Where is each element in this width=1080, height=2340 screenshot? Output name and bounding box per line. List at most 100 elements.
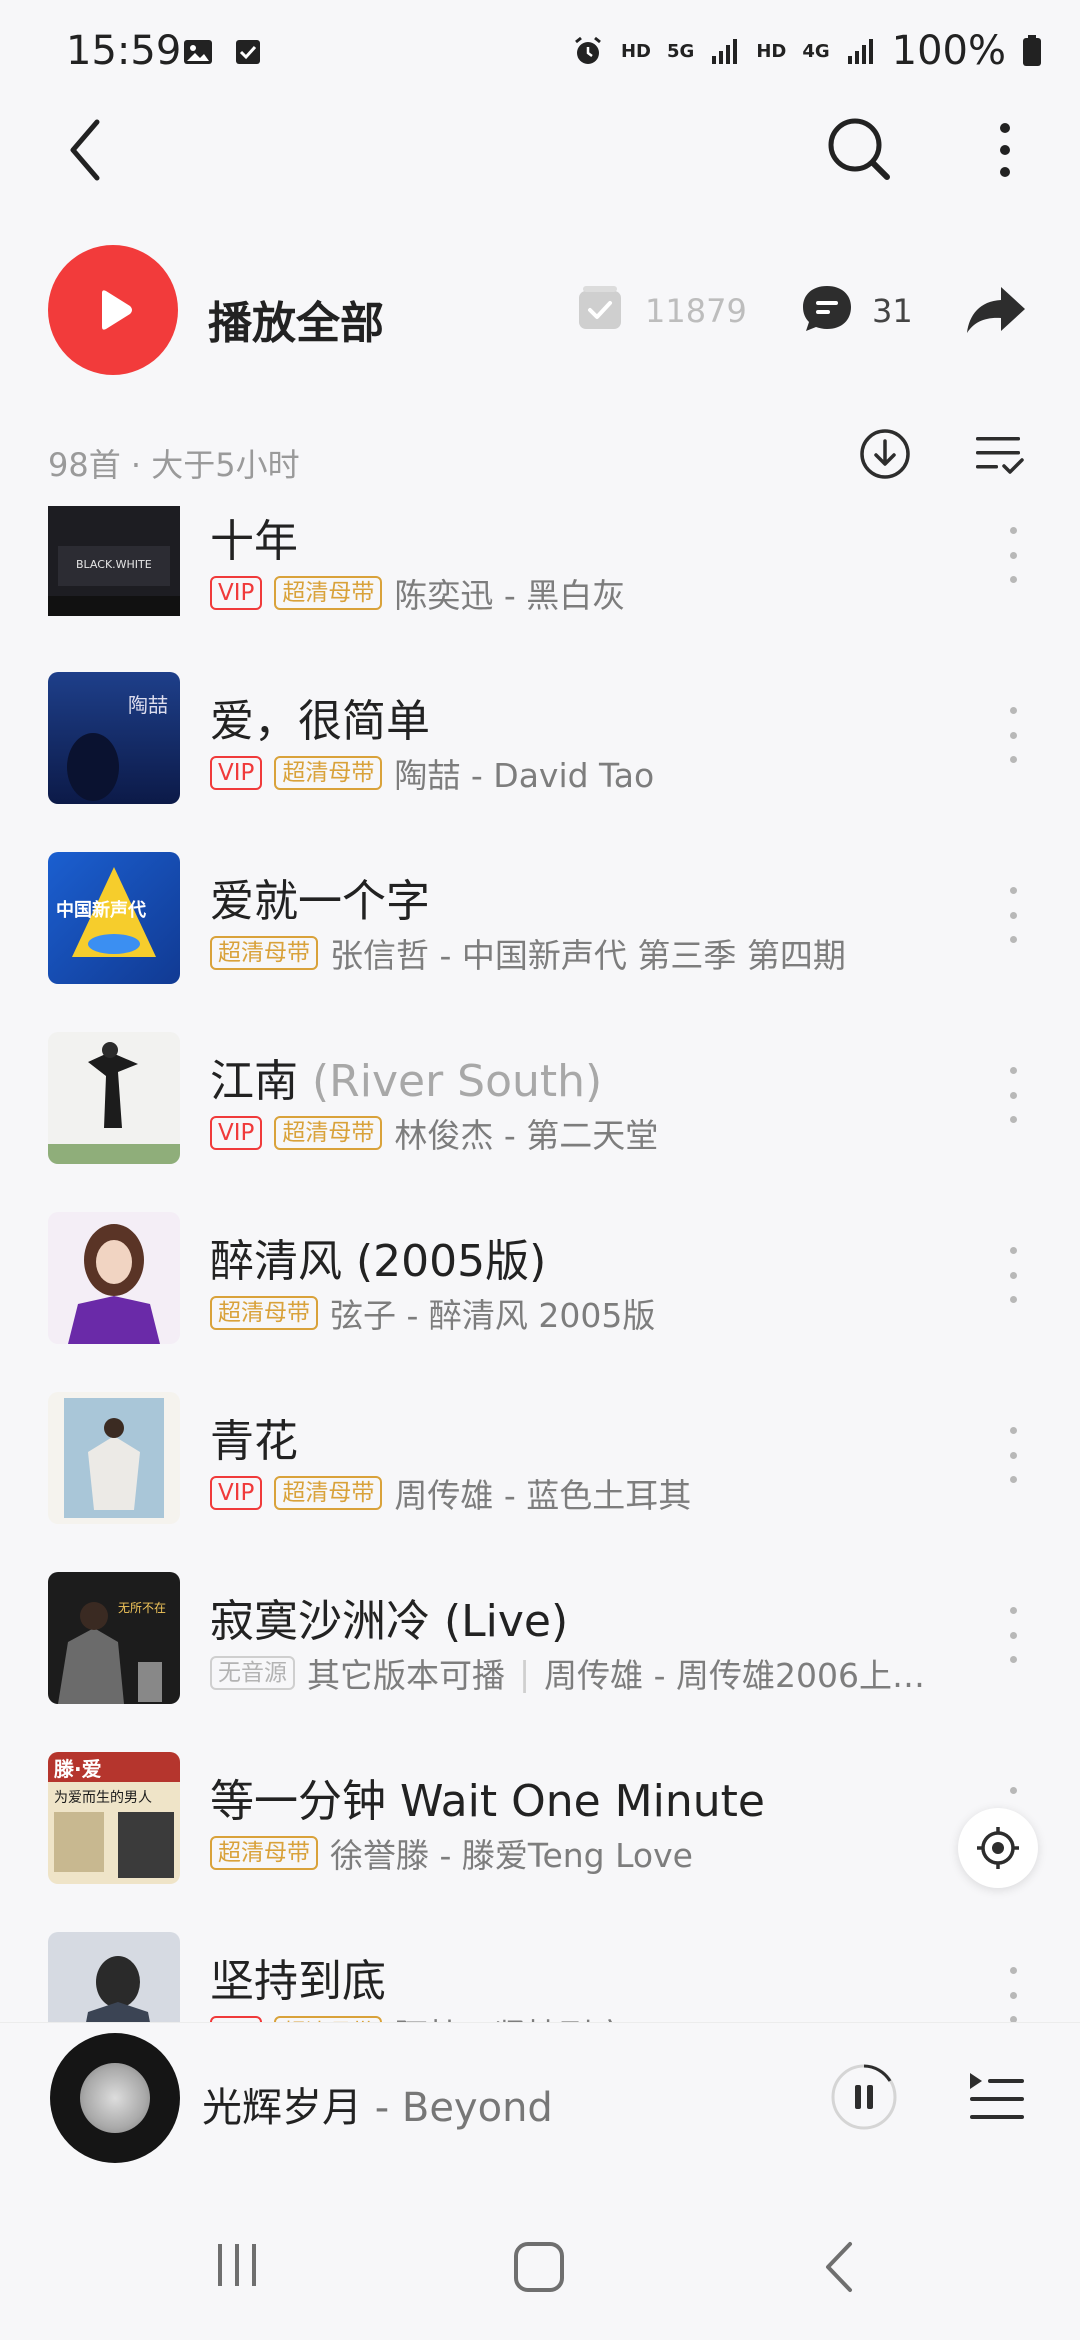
song-subtitle: VIP 超清母带 周传雄 - 蓝色土耳其 <box>210 1469 691 1517</box>
artist-album: 徐誉滕 - 滕爱Teng Love <box>330 1836 693 1875</box>
collect-count[interactable]: 11879 <box>645 292 747 330</box>
master-quality-badge: 超清母带 <box>274 1116 383 1150</box>
now-playing-artist: Beyond <box>401 2085 553 2131</box>
song-subtitle: 超清母带 弦子 - 醉清风 2005版 <box>210 1289 655 1337</box>
svg-text:为爱而生的男人: 为爱而生的男人 <box>54 1790 152 1806</box>
collect-icon[interactable] <box>575 283 625 333</box>
pause-button[interactable] <box>830 2063 898 2131</box>
vip-badge: VIP <box>210 1116 263 1150</box>
song-more-icon[interactable] <box>998 1247 1028 1303</box>
song-row[interactable]: 青花 VIP 超清母带 周传雄 - 蓝色土耳其 <box>0 1387 1080 1567</box>
song-title: 爱就一个字 <box>210 876 430 927</box>
song-subtitle: VIP 超清母带 林俊杰 - 第二天堂 <box>210 1109 658 1157</box>
now-playing-title[interactable]: 光辉岁月 - Beyond <box>202 2075 553 2133</box>
song-subtitle: 超清母带 徐誉滕 - 滕爱Teng Love <box>210 1829 693 1877</box>
song-more-icon[interactable] <box>998 707 1028 763</box>
battery-level: 100% <box>891 28 1006 74</box>
network-5g: 5G <box>667 40 695 62</box>
pause-icon <box>831 2064 897 2130</box>
song-row[interactable]: 滕·爱 为爱而生的男人 等一分钟 Wait One Minute 超清母带 徐誉… <box>0 1747 1080 1927</box>
vip-badge: VIP <box>210 1476 263 1510</box>
song-title: 江南 (River South) <box>210 1056 603 1107</box>
artist-album: 周传雄 - 周传雄2006上… <box>544 1656 925 1695</box>
comment-count[interactable]: 31 <box>872 292 913 330</box>
album-cover <box>48 1212 180 1344</box>
other-version-text[interactable]: 其它版本可播 <box>307 1649 505 1697</box>
song-subtitle: VIP 超清母带 陈奕迅 - 黑白灰 <box>210 569 625 617</box>
recent-apps-icon[interactable] <box>212 2240 262 2290</box>
song-subtitle: 无音源 其它版本可播 | 周传雄 - 周传雄2006上… <box>210 1649 925 1697</box>
song-row[interactable]: 无所不在 寂寞沙洲冷 (Live) 无音源 其它版本可播 | 周传雄 - 周传雄… <box>0 1567 1080 1747</box>
song-row[interactable]: 江南 (River South) VIP 超清母带 林俊杰 - 第二天堂 <box>0 1027 1080 1207</box>
playlist-button[interactable] <box>968 2069 1026 2123</box>
nav-back-icon[interactable] <box>820 2240 860 2294</box>
album-cover <box>48 1392 180 1524</box>
svg-text:BLACK.WHITE: BLACK.WHITE <box>76 558 152 571</box>
artist-album: 陈奕迅 - 黑白灰 <box>394 576 626 615</box>
signal-icon-2 <box>847 39 873 64</box>
network-hd-1: HD <box>620 40 651 62</box>
search-button[interactable] <box>820 110 900 190</box>
song-title: 等一分钟 Wait One Minute <box>210 1776 765 1827</box>
song-row[interactable]: 坚持到底 VIP 超清母带 阿杜 - 坚持到底 <box>0 1927 1080 2025</box>
image-icon <box>184 40 212 64</box>
mini-player[interactable]: 光辉岁月 - Beyond <box>0 2022 1080 2203</box>
song-row[interactable]: 陶喆 爱，很简单 VIP 超清母带 陶喆 - David Tao <box>0 667 1080 847</box>
play-all-button[interactable] <box>48 245 178 375</box>
song-more-icon[interactable] <box>998 527 1028 583</box>
song-more-icon[interactable] <box>998 1427 1028 1483</box>
artist-album: 周传雄 - 蓝色土耳其 <box>394 1476 692 1515</box>
artist-album: 弦子 - 醉清风 2005版 <box>330 1296 656 1335</box>
song-row[interactable]: 中国新声代 爱就一个字 超清母带 张信哲 - 中国新声代 第三季 第四期 <box>0 847 1080 1027</box>
status-notification-icons <box>182 36 264 68</box>
home-icon[interactable] <box>512 2240 566 2294</box>
song-more-icon[interactable] <box>998 1067 1028 1123</box>
system-nav-bar <box>0 2202 1080 2340</box>
network-hd-2: HD <box>756 40 787 62</box>
play-all-label[interactable]: 播放全部 <box>208 287 384 351</box>
search-icon <box>828 118 890 180</box>
song-more-icon[interactable] <box>998 1967 1028 2023</box>
comment-icon[interactable] <box>800 283 854 335</box>
locate-current-button[interactable] <box>958 1808 1038 1888</box>
share-icon[interactable] <box>965 285 1027 335</box>
artist-album: 陶喆 - David Tao <box>394 756 655 795</box>
album-cover: 滕·爱 为爱而生的男人 <box>48 1752 180 1884</box>
song-more-icon[interactable] <box>998 1607 1028 1663</box>
divider: | <box>519 1653 531 1693</box>
song-title: 爱，很简单 <box>210 696 430 747</box>
locate-icon <box>977 1827 1019 1869</box>
album-cover: BLACK.WHITE <box>48 506 180 638</box>
song-title-alt: (River South) <box>312 1056 603 1107</box>
master-quality-badge: 超清母带 <box>274 1476 383 1510</box>
status-right: HD 5G HD 4G 100% <box>571 28 1042 74</box>
now-playing-cover <box>80 2063 150 2133</box>
master-quality-badge: 超清母带 <box>210 1836 318 1870</box>
artist-album: 张信哲 - 中国新声代 第三季 第四期 <box>330 936 846 975</box>
master-quality-badge: 超清母带 <box>274 756 383 790</box>
multi-select-icon[interactable] <box>974 433 1024 477</box>
song-more-icon[interactable] <box>998 887 1028 943</box>
status-time: 15:59 <box>66 28 182 74</box>
status-bar: 15:59 HD 5G HD 4G 100% <box>0 0 1080 110</box>
back-arrow-icon <box>70 119 100 181</box>
battery-icon <box>1023 35 1041 66</box>
master-quality-badge: 超清母带 <box>210 1296 318 1330</box>
download-icon[interactable] <box>858 427 912 481</box>
svg-text:无所不在: 无所不在 <box>118 1601 166 1615</box>
svg-text:滕·爱: 滕·爱 <box>54 1757 102 1781</box>
back-button[interactable] <box>50 115 120 185</box>
song-subtitle: 超清母带 张信哲 - 中国新声代 第三季 第四期 <box>210 929 846 977</box>
svg-text:陶喆: 陶喆 <box>128 693 168 717</box>
no-source-badge: 无音源 <box>210 1656 295 1690</box>
play-icon <box>102 290 132 330</box>
more-vertical-icon <box>1000 123 1010 177</box>
master-quality-badge: 超清母带 <box>210 936 318 970</box>
now-playing-disc[interactable] <box>50 2033 180 2163</box>
more-menu-button[interactable] <box>980 115 1030 185</box>
song-row[interactable]: 醉清风 (2005版) 超清母带 弦子 - 醉清风 2005版 <box>0 1207 1080 1387</box>
playlist-icon <box>970 2073 1024 2119</box>
alarm-icon <box>575 36 601 64</box>
artist-album: 林俊杰 - 第二天堂 <box>394 1116 659 1155</box>
song-row[interactable]: BLACK.WHITE 十年 VIP 超清母带 陈奕迅 - 黑白灰 <box>0 505 1080 685</box>
